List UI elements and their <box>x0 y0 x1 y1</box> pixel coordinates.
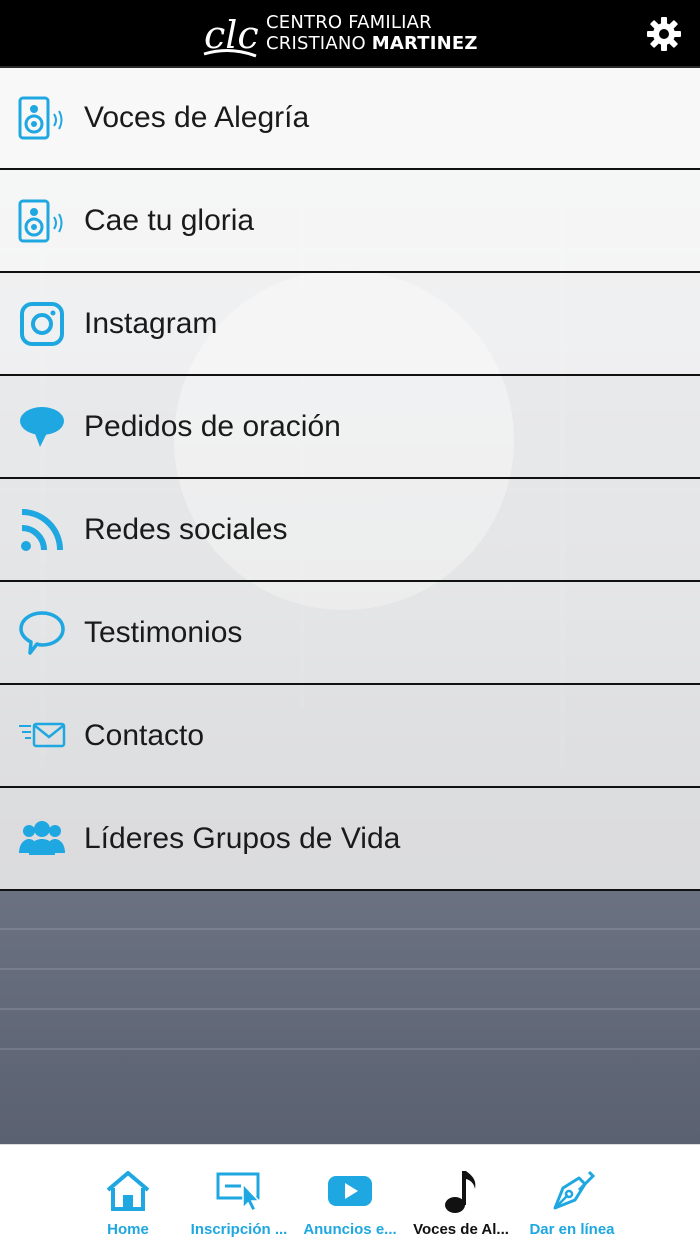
menu-item-instagram[interactable]: Instagram <box>0 273 700 376</box>
logo-text-line1: CENTRO FAMILIAR <box>266 12 432 33</box>
menu-item-contacto[interactable]: Contacto <box>0 685 700 788</box>
home-icon <box>106 1171 150 1211</box>
music-note-icon <box>445 1171 476 1213</box>
menu-item-label: Líderes Grupos de Vida <box>84 821 401 855</box>
tab-label: Voces de Al... <box>413 1221 509 1238</box>
tab-voces-de-alegria[interactable]: Voces de Al... <box>403 1145 519 1244</box>
speech-bubble-filled-icon <box>20 406 64 447</box>
tab-home[interactable]: Home <box>70 1145 186 1244</box>
menu-item-pedidos-de-oracion[interactable]: Pedidos de oración <box>0 376 700 479</box>
logo-text-line2: CRISTIANO MARTINEZ <box>266 33 478 54</box>
menu-item-redes-sociales[interactable]: Redes sociales <box>0 479 700 582</box>
menu-item-testimonios[interactable]: Testimonios <box>0 582 700 685</box>
bottom-tab-bar: Home Inscripción ... Anuncios e... Voces… <box>0 1144 700 1244</box>
gear-icon[interactable] <box>644 14 684 54</box>
menu-item-label: Cae tu gloria <box>84 203 255 237</box>
youtube-play-icon <box>328 1176 372 1206</box>
church-logo-icon: clc <box>203 13 259 58</box>
menu-item-label: Redes sociales <box>84 512 288 546</box>
envelope-icon <box>19 722 66 747</box>
app-header: clc CENTRO FAMILIAR CRISTIANO MARTINEZ <box>0 0 700 68</box>
cursor-click-icon <box>216 1172 261 1212</box>
tab-label: Home <box>107 1221 149 1238</box>
tab-label: Dar en línea <box>529 1221 615 1238</box>
tab-label: Anuncios e... <box>303 1221 397 1238</box>
rss-icon <box>21 508 63 551</box>
pen-nib-icon <box>553 1170 595 1210</box>
menu-item-label: Testimonios <box>84 615 243 649</box>
people-icon <box>19 820 65 855</box>
menu-item-voces-de-alegria[interactable]: Voces de Alegría <box>0 68 700 170</box>
tab-inscripcion[interactable]: Inscripción ... <box>181 1145 297 1244</box>
speech-bubble-outline-icon <box>19 610 65 655</box>
tab-anuncios[interactable]: Anuncios e... <box>292 1145 408 1244</box>
menu-item-label: Instagram <box>84 306 218 340</box>
instagram-icon <box>20 301 64 346</box>
menu-item-label: Contacto <box>84 718 205 752</box>
menu-item-label: Pedidos de oración <box>84 409 341 443</box>
speaker-icon <box>18 96 63 140</box>
menu-item-cae-tu-gloria[interactable]: Cae tu gloria <box>0 170 700 273</box>
tab-dar-en-linea[interactable]: Dar en línea <box>514 1145 630 1244</box>
menu-list: Voces de Alegría Cae tu gloria Instagram… <box>0 68 700 891</box>
menu-item-lideres-grupos-de-vida[interactable]: Líderes Grupos de Vida <box>0 788 700 891</box>
menu-item-label: Voces de Alegría <box>84 101 310 134</box>
speaker-icon <box>18 199 63 242</box>
tab-label: Inscripción ... <box>190 1221 288 1238</box>
